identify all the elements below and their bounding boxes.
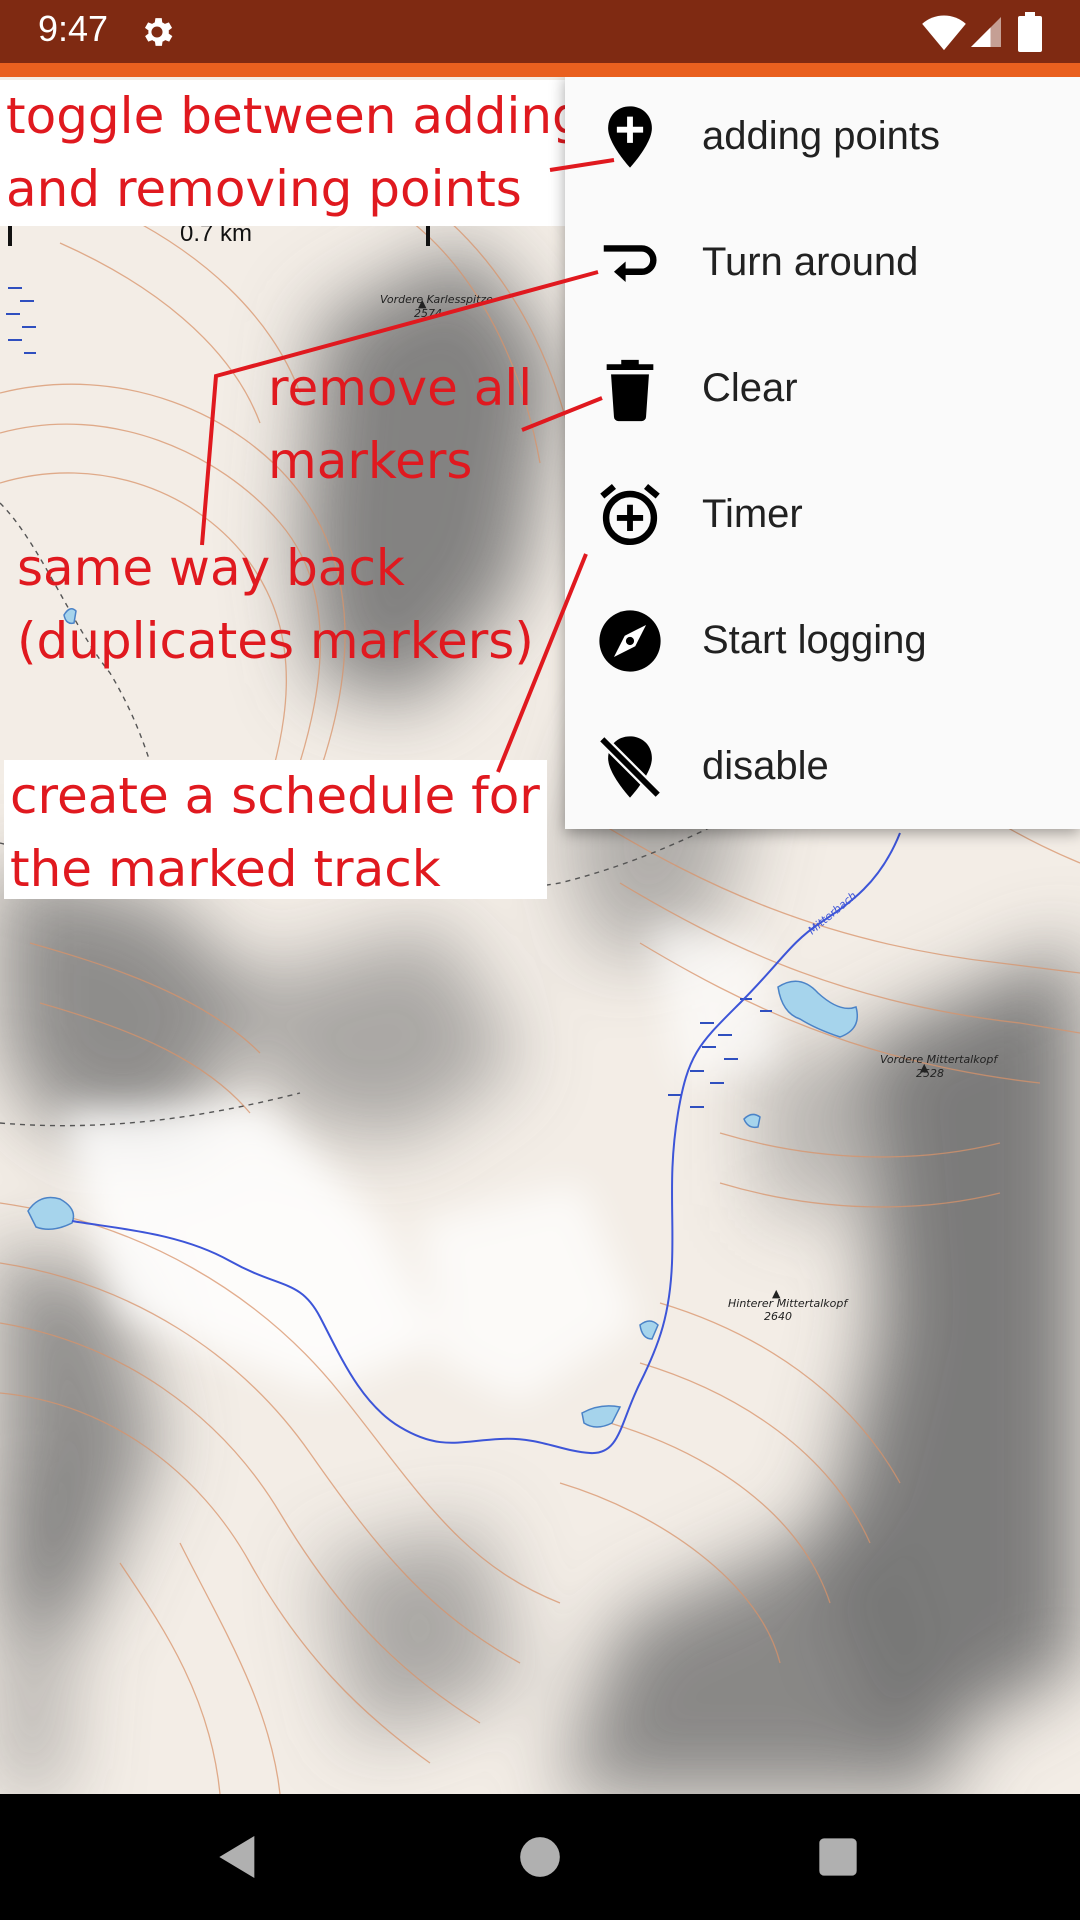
- battery-icon: [1018, 12, 1042, 52]
- annotation-toggle: toggle between adding and removing point…: [0, 80, 584, 226]
- overflow-menu: adding points Turn around Clear Timer St…: [565, 74, 1080, 829]
- wifi-icon: [922, 15, 966, 51]
- svg-text:Hinterer Mittertalkopf: Hinterer Mittertalkopf: [728, 1297, 849, 1310]
- menu-item-label: Timer: [702, 492, 803, 536]
- svg-text:2574: 2574: [414, 307, 442, 320]
- svg-text:2640: 2640: [764, 1310, 792, 1323]
- status-time: 9:47: [38, 8, 109, 49]
- navigation-bar: [0, 1794, 1080, 1920]
- turn-around-icon: [603, 245, 657, 282]
- back-icon[interactable]: [210, 1829, 266, 1885]
- recents-icon[interactable]: [810, 1829, 866, 1885]
- add-location-icon: [608, 106, 652, 168]
- compass-icon: [599, 610, 661, 672]
- menu-item-timer[interactable]: Timer: [565, 452, 1080, 578]
- menu-item-clear[interactable]: Clear: [565, 326, 1080, 452]
- status-bar: 9:47: [0, 0, 1080, 63]
- annotation-schedule: create a schedule for the marked track: [4, 760, 547, 899]
- gear-icon: [144, 18, 173, 46]
- menu-item-label: Turn around: [702, 240, 919, 284]
- menu-item-label: adding points: [702, 114, 940, 158]
- trash-icon: [606, 359, 654, 422]
- menu-item-adding-points[interactable]: adding points: [565, 74, 1080, 200]
- alarm-add-icon: [600, 483, 660, 546]
- annotation-remove: remove all markers: [268, 359, 533, 490]
- svg-text:Vordere Mittertalkopf: Vordere Mittertalkopf: [880, 1053, 999, 1066]
- menu-item-label: Start logging: [702, 618, 927, 662]
- svg-text:2528: 2528: [916, 1067, 944, 1080]
- menu-item-label: Clear: [702, 366, 798, 410]
- action-bar-strip: [0, 63, 1080, 77]
- menu-item-turn-around[interactable]: Turn around: [565, 200, 1080, 326]
- svg-text:Vordere Karlesspitze: Vordere Karlesspitze: [380, 293, 493, 306]
- menu-item-label: disable: [702, 744, 829, 788]
- home-icon[interactable]: [512, 1829, 568, 1885]
- location-off-icon: [600, 736, 660, 798]
- menu-item-start-logging[interactable]: Start logging: [565, 578, 1080, 704]
- annotation-same-way: same way back (duplicates markers): [17, 539, 534, 670]
- menu-item-disable[interactable]: disable: [565, 704, 1080, 830]
- signal-icon: [971, 17, 1001, 47]
